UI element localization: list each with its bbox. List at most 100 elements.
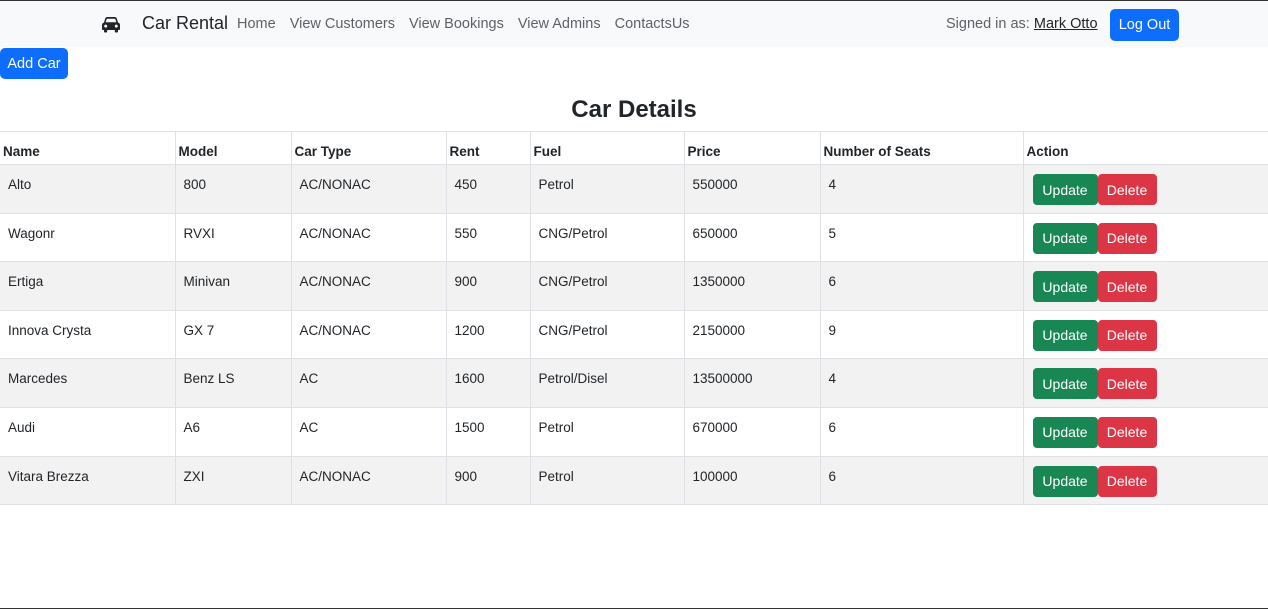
cell-name: Alto xyxy=(0,164,176,214)
cell-price: 2150000 xyxy=(684,310,821,360)
table-row: Innova Crysta GX 7 AC/NONAC 1200 CNG/Pet… xyxy=(0,310,1268,360)
cell-fuel: Petrol xyxy=(530,164,685,214)
cell-seats: 4 xyxy=(820,358,1024,408)
cell-action: Update Delete xyxy=(1023,407,1268,457)
column-header-rent: Rent xyxy=(446,131,531,165)
table-row: Wagonr RVXI AC/NONAC 550 CNG/Petrol 6500… xyxy=(0,213,1268,263)
table-header-row: Name Model Car Type Rent Fuel Price Numb… xyxy=(0,131,1268,165)
brand-name[interactable]: Car Rental xyxy=(142,13,228,34)
cell-rent: 1200 xyxy=(446,310,531,360)
cell-action: Update Delete xyxy=(1023,310,1268,360)
column-header-model: Model xyxy=(175,131,292,165)
nav-link-view-admins[interactable]: View Admins xyxy=(518,16,601,32)
navbar: Car Rental Home View Customers View Book… xyxy=(0,1,1268,47)
signed-in-user-link[interactable]: Mark Otto xyxy=(1034,16,1098,32)
cell-model: Minivan xyxy=(175,261,292,311)
delete-button[interactable]: Delete xyxy=(1097,271,1157,303)
update-button[interactable]: Update xyxy=(1032,368,1098,400)
cell-fuel: CNG/Petrol xyxy=(530,310,685,360)
action-group: Update Delete xyxy=(1032,174,1268,205)
table-row: Alto 800 AC/NONAC 450 Petrol 550000 4 Up… xyxy=(0,164,1268,214)
table-row: Vitara Brezza ZXI AC/NONAC 900 Petrol 10… xyxy=(0,456,1268,506)
update-button[interactable]: Update xyxy=(1032,222,1098,254)
delete-button[interactable]: Delete xyxy=(1097,416,1157,448)
signed-in-prefix: Signed in as: xyxy=(946,16,1034,32)
cell-car-type: AC xyxy=(291,407,447,457)
cell-fuel: Petrol/Disel xyxy=(530,358,685,408)
cell-price: 1350000 xyxy=(684,261,821,311)
cell-action: Update Delete xyxy=(1023,358,1268,408)
column-header-action: Action xyxy=(1023,131,1268,165)
cell-fuel: Petrol xyxy=(530,407,685,457)
cell-seats: 6 xyxy=(820,261,1024,311)
cell-name: Ertiga xyxy=(0,261,176,311)
update-button[interactable]: Update xyxy=(1032,174,1098,205)
car-details-table: Name Model Car Type Rent Fuel Price Numb… xyxy=(0,131,1268,506)
cell-seats: 5 xyxy=(820,213,1024,263)
cell-action: Update Delete xyxy=(1023,261,1268,311)
cell-rent: 900 xyxy=(446,261,531,311)
cell-model: 800 xyxy=(175,164,292,214)
cell-rent: 450 xyxy=(446,164,531,214)
cell-model: GX 7 xyxy=(175,310,292,360)
cell-rent: 1600 xyxy=(446,358,531,408)
logout-button[interactable]: Log Out xyxy=(1110,9,1179,41)
cell-rent: 900 xyxy=(446,456,531,506)
signed-in-text: Signed in as: Mark Otto xyxy=(946,16,1098,32)
nav-link-view-customers[interactable]: View Customers xyxy=(290,16,395,32)
add-car-button[interactable]: Add Car xyxy=(0,48,68,79)
cell-fuel: Petrol xyxy=(530,456,685,506)
action-group: Update Delete xyxy=(1032,416,1268,448)
cell-car-type: AC/NONAC xyxy=(291,261,447,311)
table-row: Audi A6 AC 1500 Petrol 670000 6 Update De… xyxy=(0,407,1268,457)
nav-link-home[interactable]: Home xyxy=(237,16,276,32)
action-group: Update Delete xyxy=(1032,465,1268,497)
action-group: Update Delete xyxy=(1032,368,1268,400)
cell-model: Benz LS xyxy=(175,358,292,408)
update-button[interactable]: Update xyxy=(1032,465,1098,497)
nav-links: Home View Customers View Bookings View A… xyxy=(237,16,690,32)
nav-link-contacts[interactable]: ContactsUs xyxy=(615,16,690,32)
cell-car-type: AC/NONAC xyxy=(291,164,447,214)
cell-car-type: AC/NONAC xyxy=(291,456,447,506)
page-title: Car Details xyxy=(571,96,697,123)
cell-rent: 550 xyxy=(446,213,531,263)
cell-price: 670000 xyxy=(684,407,821,457)
cell-name: Innova Crysta xyxy=(0,310,176,360)
cell-seats: 4 xyxy=(820,164,1024,214)
cell-car-type: AC xyxy=(291,358,447,408)
nav-link-view-bookings[interactable]: View Bookings xyxy=(409,16,504,32)
cell-fuel: CNG/Petrol xyxy=(530,213,685,263)
cell-price: 100000 xyxy=(684,456,821,506)
cell-model: A6 xyxy=(175,407,292,457)
cell-price: 650000 xyxy=(684,213,821,263)
cell-model: RVXI xyxy=(175,213,292,263)
column-header-car-type: Car Type xyxy=(291,131,447,165)
action-group: Update Delete xyxy=(1032,319,1268,351)
delete-button[interactable]: Delete xyxy=(1097,368,1157,400)
cell-name: Wagonr xyxy=(0,213,176,263)
update-button[interactable]: Update xyxy=(1032,271,1098,303)
delete-button[interactable]: Delete xyxy=(1097,465,1157,497)
delete-button[interactable]: Delete xyxy=(1097,174,1157,205)
delete-button[interactable]: Delete xyxy=(1097,222,1157,254)
column-header-fuel: Fuel xyxy=(530,131,685,165)
cell-action: Update Delete xyxy=(1023,213,1268,263)
cell-action: Update Delete xyxy=(1023,164,1268,214)
column-header-name: Name xyxy=(0,131,176,165)
action-group: Update Delete xyxy=(1032,222,1268,254)
cell-rent: 1500 xyxy=(446,407,531,457)
cell-seats: 6 xyxy=(820,407,1024,457)
update-button[interactable]: Update xyxy=(1032,416,1098,448)
delete-button[interactable]: Delete xyxy=(1097,319,1157,351)
cell-price: 13500000 xyxy=(684,358,821,408)
update-button[interactable]: Update xyxy=(1032,319,1098,351)
cell-car-type: AC/NONAC xyxy=(291,310,447,360)
action-group: Update Delete xyxy=(1032,271,1268,303)
cell-model: ZXI xyxy=(175,456,292,506)
cell-name: Audi xyxy=(0,407,176,457)
cell-seats: 6 xyxy=(820,456,1024,506)
column-header-seats: Number of Seats xyxy=(820,131,1024,165)
cell-seats: 9 xyxy=(820,310,1024,360)
car-icon xyxy=(102,17,120,33)
